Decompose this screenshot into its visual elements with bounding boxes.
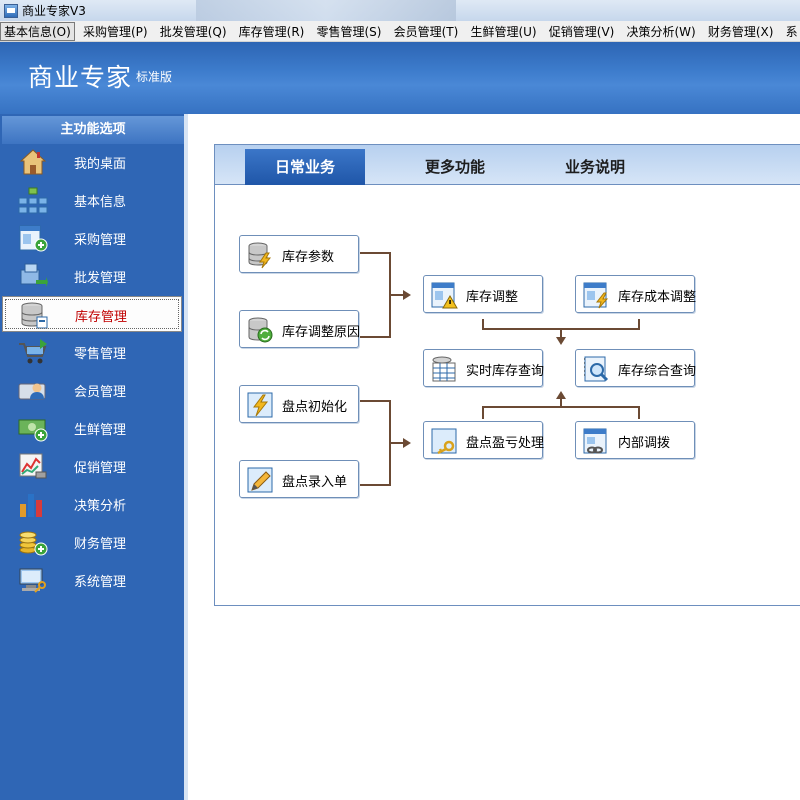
stocktake-entry-button[interactable]: 盘点录入单 [239, 460, 359, 498]
function-panel: 日常业务 更多功能 业务说明 库存参数 库存调整原因 盘点初始化 盘点录入单 库… [214, 144, 800, 606]
edition-label: 标准版 [136, 70, 173, 84]
house-icon [19, 149, 47, 175]
sidebar-item-fresh[interactable]: 生鲜管理 [2, 410, 182, 446]
coins-icon [19, 531, 48, 556]
sidebar-heading: 主功能选项 [2, 116, 184, 144]
title-bar: 商业专家V3 [0, 0, 800, 21]
sidebar-item-member[interactable]: 会员管理 [2, 372, 182, 408]
money-icon [18, 419, 48, 442]
menu-finance[interactable]: 财务管理(X) [704, 23, 778, 41]
profit-loss-button[interactable]: 盘点盈亏处理 [423, 421, 544, 459]
form-lightning-icon [583, 282, 609, 309]
window-title: 商业专家V3 [22, 4, 86, 18]
sidebar-item-analysis[interactable]: 决策分析 [2, 486, 182, 522]
bar-chart-icon [20, 494, 42, 517]
cost-adjust-button[interactable]: 库存成本调整 [575, 275, 696, 313]
menu-member[interactable]: 会员管理(T) [390, 23, 463, 41]
database-refresh-icon [248, 317, 273, 343]
stocktake-init-button[interactable]: 盘点初始化 [239, 385, 359, 423]
menu-wholesale[interactable]: 批发管理(Q) [156, 23, 231, 41]
sidebar-item-purchase[interactable]: 采购管理 [2, 220, 182, 256]
computer-key-icon [19, 568, 46, 593]
menu-system[interactable]: 系 [782, 23, 800, 41]
header-banner: 商业专家 标准版 [0, 42, 800, 114]
member-card-icon [18, 383, 46, 400]
sidebar-item-system[interactable]: 系统管理 [2, 562, 182, 598]
form-warning-icon [431, 282, 458, 309]
sidebar-item-inventory[interactable]: 库存管理 [2, 296, 182, 332]
inventory-adjust-button[interactable]: 库存调整 [423, 275, 543, 313]
realtime-query-button[interactable]: 实时库存查询 [423, 349, 544, 387]
menu-promotion[interactable]: 促销管理(V) [545, 23, 619, 41]
sidebar-item-promotion[interactable]: 促销管理 [2, 448, 182, 484]
sidebar: 主功能选项 我的桌面 基本信息 采购管理 批发管理 库存管理 零售管理 会员管理… [0, 114, 184, 800]
menu-purchase[interactable]: 采购管理(P) [79, 23, 152, 41]
form-link-icon [583, 428, 607, 454]
book-search-icon [584, 356, 609, 382]
pencil-icon [247, 467, 273, 493]
database-lightning-icon [248, 242, 272, 269]
inventory-params-button[interactable]: 库存参数 [239, 235, 359, 273]
summary-query-button[interactable]: 库存综合查询 [575, 349, 696, 387]
adjust-reasons-button[interactable]: 库存调整原因 [239, 310, 360, 348]
org-chart-icon [18, 187, 48, 214]
main-left-strip [184, 114, 188, 800]
sidebar-item-wholesale[interactable]: 批发管理 [2, 258, 182, 294]
database-icon [21, 302, 48, 329]
menu-inventory[interactable]: 库存管理(R) [235, 23, 309, 41]
sidebar-item-retail[interactable]: 零售管理 [2, 334, 182, 370]
cart-icon [19, 339, 47, 364]
trend-chart-icon [19, 453, 47, 479]
title-bar-background [195, 0, 456, 21]
table-query-icon [432, 356, 456, 382]
boxes-icon [20, 263, 48, 287]
menu-basic-info[interactable]: 基本信息(O) [0, 22, 75, 41]
purchase-form-icon [19, 225, 48, 252]
menu-analysis[interactable]: 决策分析(W) [622, 23, 699, 41]
menu-bar: 基本信息(O) 采购管理(P) 批发管理(Q) 库存管理(R) 零售管理(S) … [0, 21, 800, 42]
key-icon [431, 428, 457, 455]
menu-retail[interactable]: 零售管理(S) [313, 23, 386, 41]
lightning-icon [247, 392, 273, 418]
menu-fresh[interactable]: 生鲜管理(U) [466, 23, 540, 41]
sidebar-item-desktop[interactable]: 我的桌面 [2, 144, 182, 180]
app-icon [4, 3, 18, 18]
internal-transfer-button[interactable]: 内部调拨 [575, 421, 695, 459]
sidebar-item-basic-info[interactable]: 基本信息 [2, 182, 182, 218]
app-logo-title: 商业专家 [28, 63, 133, 92]
sidebar-item-finance[interactable]: 财务管理 [2, 524, 182, 560]
